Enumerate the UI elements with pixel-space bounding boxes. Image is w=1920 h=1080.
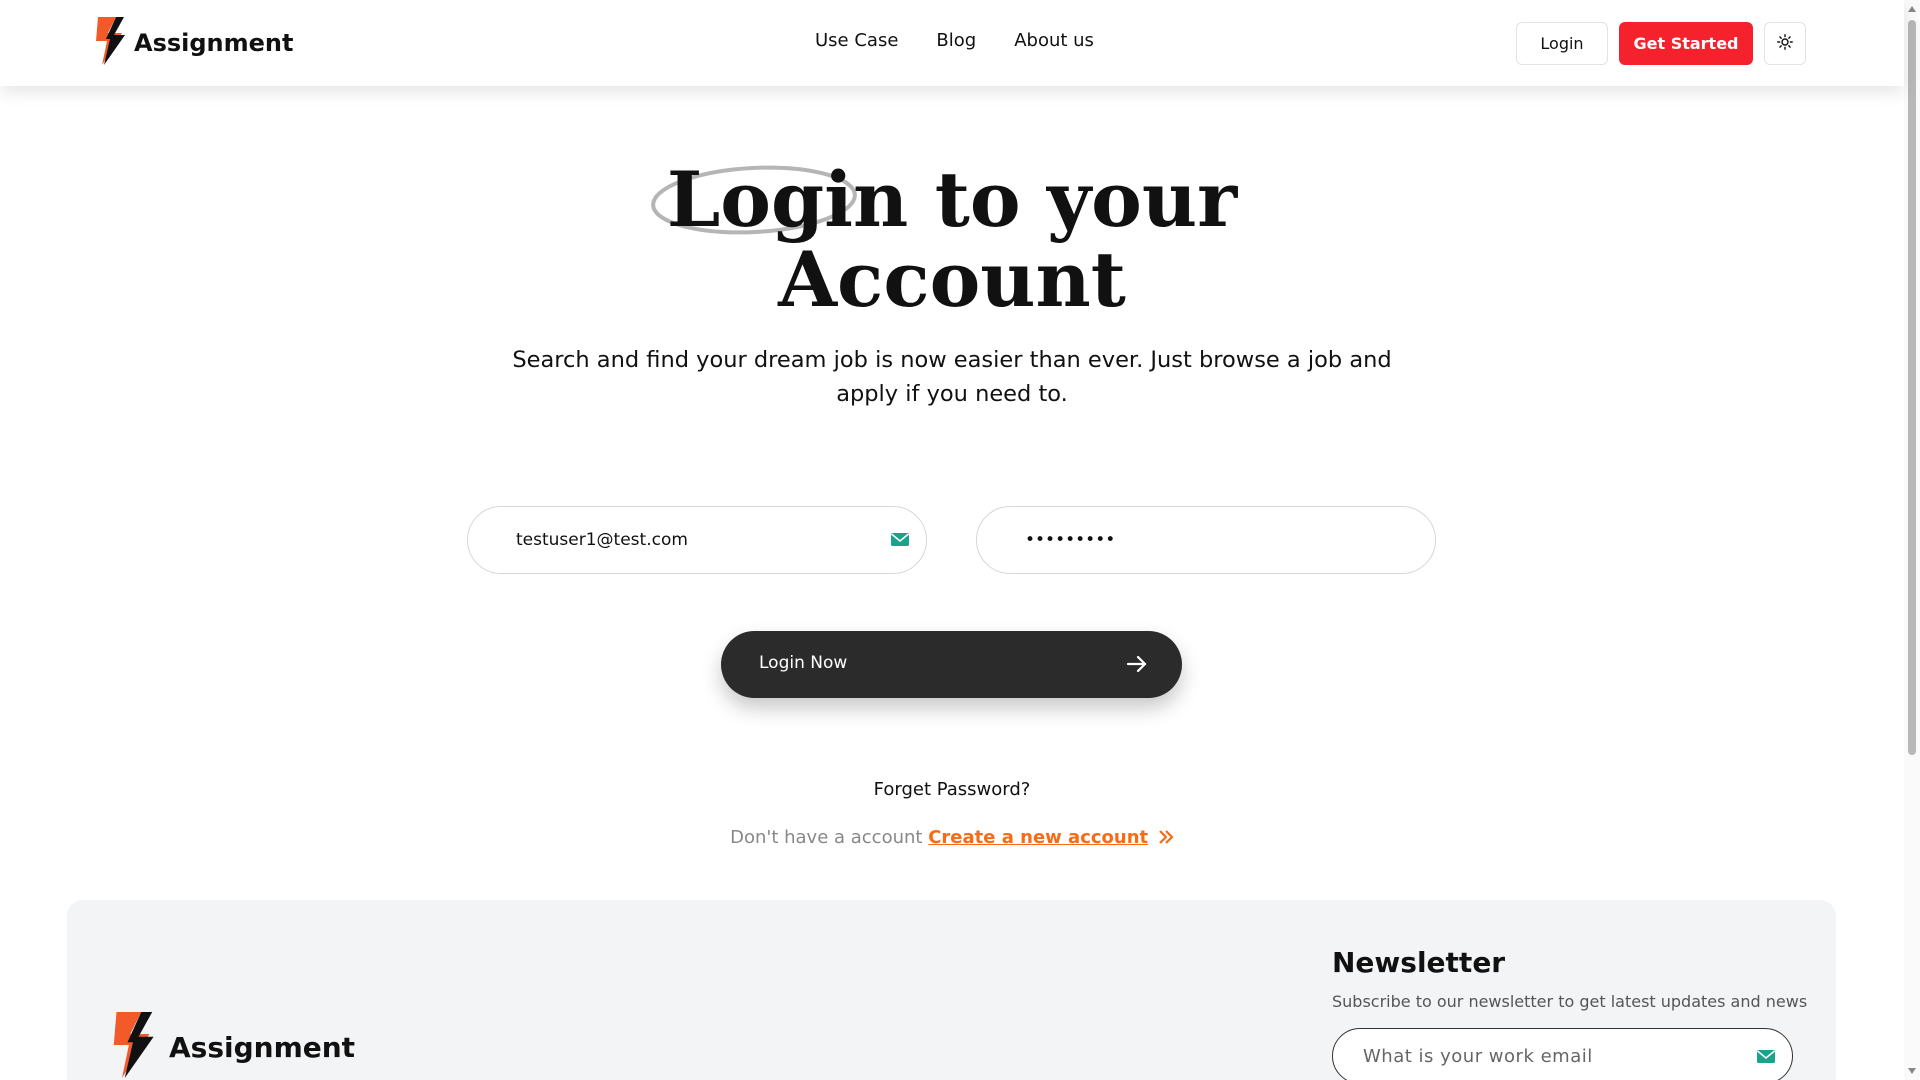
scroll-down-arrow-icon[interactable] [1908, 1068, 1916, 1074]
email-input[interactable] [516, 507, 856, 573]
login-now-button[interactable]: Login Now [721, 631, 1182, 698]
nav-blog[interactable]: Blog [936, 30, 976, 51]
signup-prompt-text: Don't have a account [730, 827, 923, 848]
newsletter-title: Newsletter [1332, 946, 1506, 979]
title-line-2: Account [778, 235, 1126, 324]
brand-name: Assignment [134, 29, 294, 57]
lightning-bolt-icon [109, 1012, 157, 1080]
login-now-label: Login Now [759, 653, 848, 673]
signup-prompt: Don't have a account Create a new accoun… [0, 827, 1904, 848]
scroll-thumb[interactable] [1908, 20, 1916, 755]
footer: Assignment Newsletter Subscribe to our n… [67, 900, 1836, 1080]
theme-toggle-button[interactable] [1764, 22, 1806, 65]
forgot-password-link[interactable]: Forget Password? [0, 779, 1904, 800]
newsletter-email-field[interactable] [1332, 1028, 1793, 1080]
sun-icon [1777, 34, 1793, 53]
double-chevron-right-icon[interactable] [1158, 827, 1174, 848]
lightning-bolt-icon [94, 16, 126, 70]
brand-logo[interactable]: Assignment [94, 16, 294, 70]
newsletter-subtitle: Subscribe to our newsletter to get lates… [1332, 992, 1808, 1011]
title-word-rest: to your [934, 155, 1238, 244]
footer-brand-logo[interactable]: Assignment [109, 1012, 355, 1080]
arrow-right-icon [1126, 653, 1148, 678]
page-title: Login to your Account [0, 160, 1904, 320]
create-account-link[interactable]: Create a new account [928, 827, 1148, 848]
email-field[interactable] [467, 506, 927, 574]
main-nav: Use Case Blog About us [815, 30, 1094, 51]
mail-icon [1756, 1048, 1776, 1071]
login-button[interactable]: Login [1516, 22, 1608, 65]
title-word-login: Login [666, 155, 909, 244]
nav-about-us[interactable]: About us [1014, 30, 1094, 51]
scroll-up-arrow-icon[interactable] [1908, 6, 1916, 12]
newsletter-email-input[interactable] [1363, 1029, 1743, 1080]
page-subtitle: Search and find your dream job is now ea… [512, 347, 1392, 407]
mail-icon [890, 531, 910, 554]
password-input[interactable] [1025, 507, 1365, 573]
footer-brand-name: Assignment [169, 1031, 356, 1064]
password-field[interactable] [976, 506, 1436, 574]
get-started-button[interactable]: Get Started [1619, 22, 1753, 65]
top-navbar: Assignment Use Case Blog About us Login … [0, 0, 1904, 86]
title-highlight-word: Login [650, 160, 908, 240]
page-scrollbar[interactable] [1904, 0, 1920, 1080]
nav-use-case[interactable]: Use Case [815, 30, 898, 51]
